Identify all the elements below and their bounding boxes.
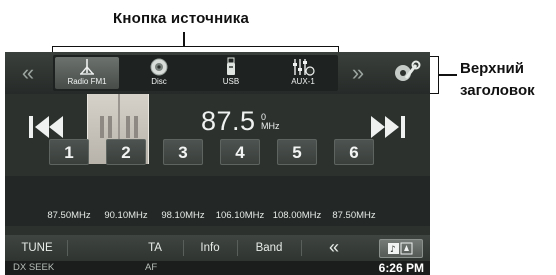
audio-button[interactable]: ♪ xyxy=(379,239,423,258)
preset-freq-4: 106.10MHz xyxy=(215,210,265,221)
source-button-aux[interactable]: AUX-1 xyxy=(271,57,335,89)
double-chevron-left-icon[interactable]: « xyxy=(309,238,359,257)
preset-button-5[interactable]: 5 xyxy=(277,139,317,165)
ta-button[interactable]: TA xyxy=(135,239,175,257)
preset-freq-2: 90.10MHz xyxy=(104,210,148,221)
preset-freq-6: 87.50MHz xyxy=(332,210,376,221)
next-track-button[interactable] xyxy=(365,112,409,142)
source-button-disc[interactable]: Disc xyxy=(127,57,191,89)
source-button-usb[interactable]: USB xyxy=(199,57,263,89)
callout-bracket-header xyxy=(430,56,439,94)
frequency-unit: MHz xyxy=(261,121,280,131)
af-status: AF xyxy=(145,262,158,273)
disc-icon xyxy=(127,57,191,77)
skip-back-icon xyxy=(29,116,63,138)
preset-button-4[interactable]: 4 xyxy=(220,139,260,165)
divider xyxy=(301,240,302,256)
seek-bar-left2 xyxy=(108,116,112,138)
status-bar: DX SEEK AF 6:26 PM xyxy=(5,261,430,275)
frequency-display: 87.5 xyxy=(201,106,256,136)
bottom-function-bar: TUNE TA Info Band « ♪ xyxy=(5,235,430,261)
usb-stick-icon xyxy=(199,57,263,77)
callout-source-button: Кнопка источника xyxy=(113,10,249,27)
dx-seek-status: DX SEEK xyxy=(13,262,55,273)
preset-button-1[interactable]: 1 xyxy=(49,139,89,165)
settings-button[interactable] xyxy=(386,56,426,90)
callout-top-header: Верхний заголовок xyxy=(460,58,535,102)
source-label-usb: USB xyxy=(222,77,240,86)
callout-pointer-line-right xyxy=(439,74,457,76)
preset-button-3[interactable]: 3 xyxy=(163,139,203,165)
seek-bar-left xyxy=(100,116,104,138)
wrench-icon xyxy=(386,60,426,94)
band-button[interactable]: Band xyxy=(241,239,297,257)
preset-freq-5: 108.00MHz xyxy=(272,210,322,221)
head-unit-screen: « Radio FM1 Disc USB AUX-1 » 87.5 0 MHz … xyxy=(5,52,430,275)
frequency-unit-block: 0 MHz xyxy=(261,113,280,131)
seek-bar-right2 xyxy=(134,116,138,138)
preset-freq-1: 87.50MHz xyxy=(47,210,91,221)
divider xyxy=(237,240,238,256)
divider xyxy=(67,240,68,256)
callout-top-header-line2: заголовок xyxy=(460,82,535,99)
callout-top-header-line1: Верхний xyxy=(460,60,524,77)
source-label-aux: AUX-1 xyxy=(291,77,315,86)
double-chevron-left-icon[interactable]: « xyxy=(11,60,45,86)
clock: 6:26 PM xyxy=(378,261,424,275)
preset-button-2[interactable]: 2 xyxy=(106,139,146,165)
seek-bar-right xyxy=(126,116,130,138)
info-button[interactable]: Info xyxy=(188,239,232,257)
source-button-strip: Radio FM1 Disc USB AUX-1 xyxy=(53,55,338,91)
source-button-radio[interactable]: Radio FM1 xyxy=(55,57,119,89)
skip-forward-icon xyxy=(371,116,405,138)
top-header-bar: « Radio FM1 Disc USB AUX-1 » xyxy=(5,52,430,94)
audio-source-icon: ♪ xyxy=(388,242,413,255)
preset-freq-3: 98.10MHz xyxy=(161,210,205,221)
divider xyxy=(183,240,184,256)
preset-button-6[interactable]: 6 xyxy=(334,139,374,165)
previous-track-button[interactable] xyxy=(25,112,69,142)
aux-sliders-icon xyxy=(271,57,335,77)
svg-text:♪: ♪ xyxy=(390,245,396,255)
antenna-icon xyxy=(55,57,119,77)
double-chevron-right-icon[interactable]: » xyxy=(341,60,375,86)
tune-button[interactable]: TUNE xyxy=(7,239,67,257)
source-label-disc: Disc xyxy=(151,77,167,86)
source-label-radio: Radio FM1 xyxy=(67,77,107,86)
callout-pointer-line xyxy=(183,32,185,46)
